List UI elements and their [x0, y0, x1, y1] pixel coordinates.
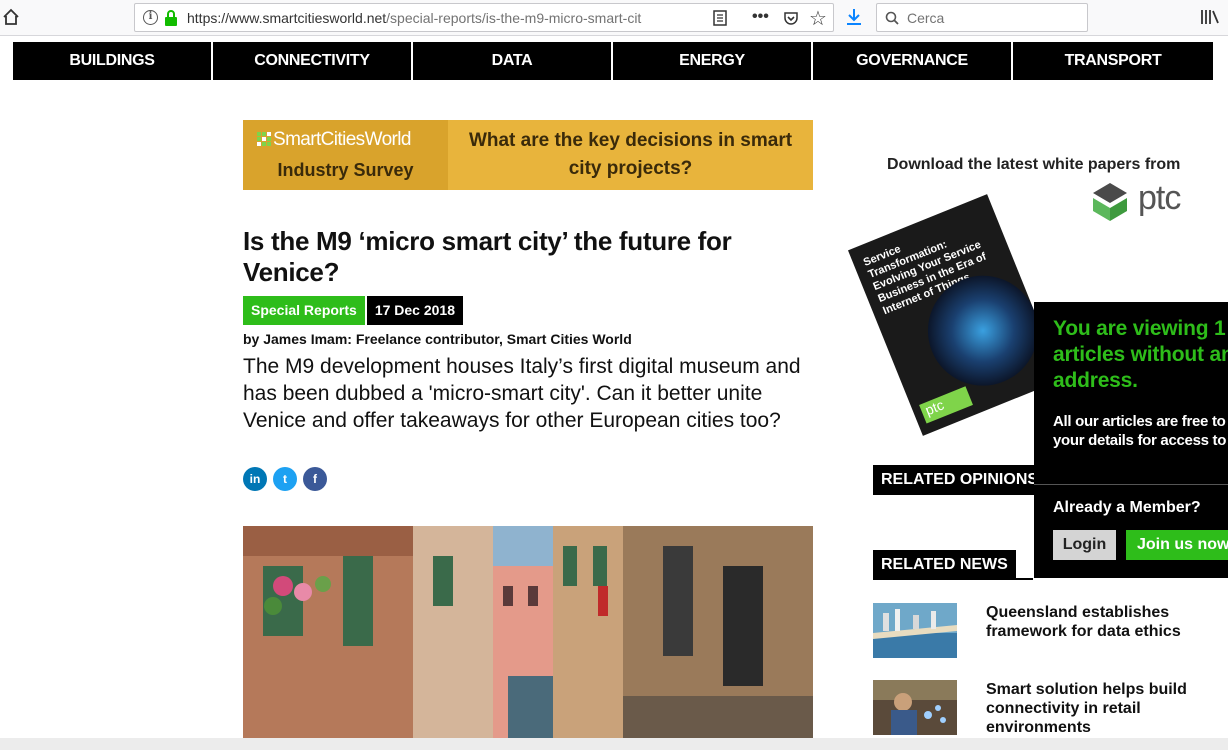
divider — [873, 493, 1033, 495]
nav-governance[interactable]: GOVERNANCE — [813, 42, 1013, 80]
overlay-divider — [1034, 484, 1228, 485]
ptc-mark-icon — [1093, 183, 1127, 221]
nav-connectivity[interactable]: CONNECTIVITY — [213, 42, 413, 80]
search-icon — [885, 11, 899, 25]
login-button[interactable]: Login — [1053, 530, 1116, 560]
overlay-member-text: Already a Member? — [1053, 499, 1201, 516]
library-icon[interactable] — [1200, 9, 1220, 25]
news-title[interactable]: Queensland establishes framework for dat… — [986, 603, 1196, 641]
browser-toolbar: i https://www.smartcitiesworld.net/speci… — [0, 0, 1228, 36]
banner-brand: SmartCitiesWorld Industry Survey — [243, 120, 448, 190]
banner-logo: SmartCitiesWorld — [257, 129, 411, 151]
survey-banner[interactable]: SmartCitiesWorld Industry Survey What ar… — [243, 120, 813, 190]
main-nav: BUILDINGS CONNECTIVITY DATA ENERGY GOVER… — [13, 42, 1213, 80]
overlay-body: All our articles are free to complete yo… — [1053, 413, 1228, 449]
whitepaper-heading: Download the latest white papers from — [887, 156, 1181, 173]
overlay-title: You are viewing 1 articles without an ad… — [1053, 317, 1228, 392]
category-badge[interactable]: Special Reports — [243, 296, 365, 325]
related-opinions-heading: RELATED OPINIONS — [873, 465, 1047, 495]
article-byline: by James Imam: Freelance contributor, Sm… — [243, 331, 632, 347]
join-button[interactable]: Join us now — [1126, 530, 1228, 560]
url-bar[interactable]: i https://www.smartcitiesworld.net/speci… — [134, 3, 834, 32]
search-placeholder: Cerca — [907, 10, 945, 26]
search-bar[interactable]: Cerca — [876, 3, 1088, 32]
twitter-icon[interactable]: t — [273, 467, 297, 491]
whitepaper-cover[interactable]: Service Transformation: Evolving Your Se… — [848, 194, 1062, 436]
page-actions-icon[interactable]: ••• — [752, 8, 769, 26]
url-text[interactable]: https://www.smartcitiesworld.net/special… — [187, 10, 677, 26]
social-share: in t f — [243, 467, 327, 491]
download-icon[interactable] — [846, 8, 862, 26]
news-item[interactable]: Smart solution helps build connectivity … — [873, 680, 1213, 740]
nav-buildings[interactable]: BUILDINGS — [13, 42, 213, 80]
pocket-icon[interactable] — [783, 10, 799, 26]
reader-view-icon[interactable] — [713, 10, 727, 26]
lock-icon — [165, 10, 177, 26]
date-badge: 17 Dec 2018 — [366, 296, 464, 325]
info-icon[interactable]: i — [143, 10, 158, 25]
membership-overlay: You are viewing 1 articles without an ad… — [1034, 302, 1228, 578]
banner-logo-text: SmartCitiesWorld — [273, 129, 411, 150]
banner-subtitle: Industry Survey — [277, 160, 414, 180]
article-hero-image — [243, 526, 813, 750]
facebook-icon[interactable]: f — [303, 467, 327, 491]
nav-transport[interactable]: TRANSPORT — [1013, 42, 1213, 80]
ptc-logo[interactable]: ptc — [1090, 179, 1200, 223]
news-item[interactable]: Queensland establishes framework for dat… — [873, 603, 1213, 663]
banner-question: What are the key decisions in smart city… — [468, 130, 793, 179]
ptc-logo-text: ptc — [1138, 179, 1181, 217]
venice-canal-photo — [243, 526, 813, 750]
related-news-heading: RELATED NEWS — [873, 550, 1016, 580]
status-bar — [0, 738, 1228, 750]
grid-logo-icon — [257, 132, 271, 146]
article-standfirst: The M9 development houses Italy’s first … — [243, 355, 801, 432]
news-thumbnail — [873, 603, 957, 658]
article-title: Is the M9 ‘micro smart city’ the future … — [243, 226, 732, 287]
nav-data[interactable]: DATA — [413, 42, 613, 80]
article-tags: Special Reports 17 Dec 2018 — [243, 296, 464, 325]
linkedin-icon[interactable]: in — [243, 467, 267, 491]
nav-energy[interactable]: ENERGY — [613, 42, 813, 80]
news-thumbnail — [873, 680, 957, 735]
whitepaper-logo: ptc — [919, 386, 973, 424]
home-icon[interactable] — [2, 8, 20, 26]
bookmark-star-icon[interactable]: ☆ — [809, 6, 827, 31]
divider — [873, 578, 1033, 580]
news-title[interactable]: Smart solution helps build connectivity … — [986, 680, 1196, 737]
